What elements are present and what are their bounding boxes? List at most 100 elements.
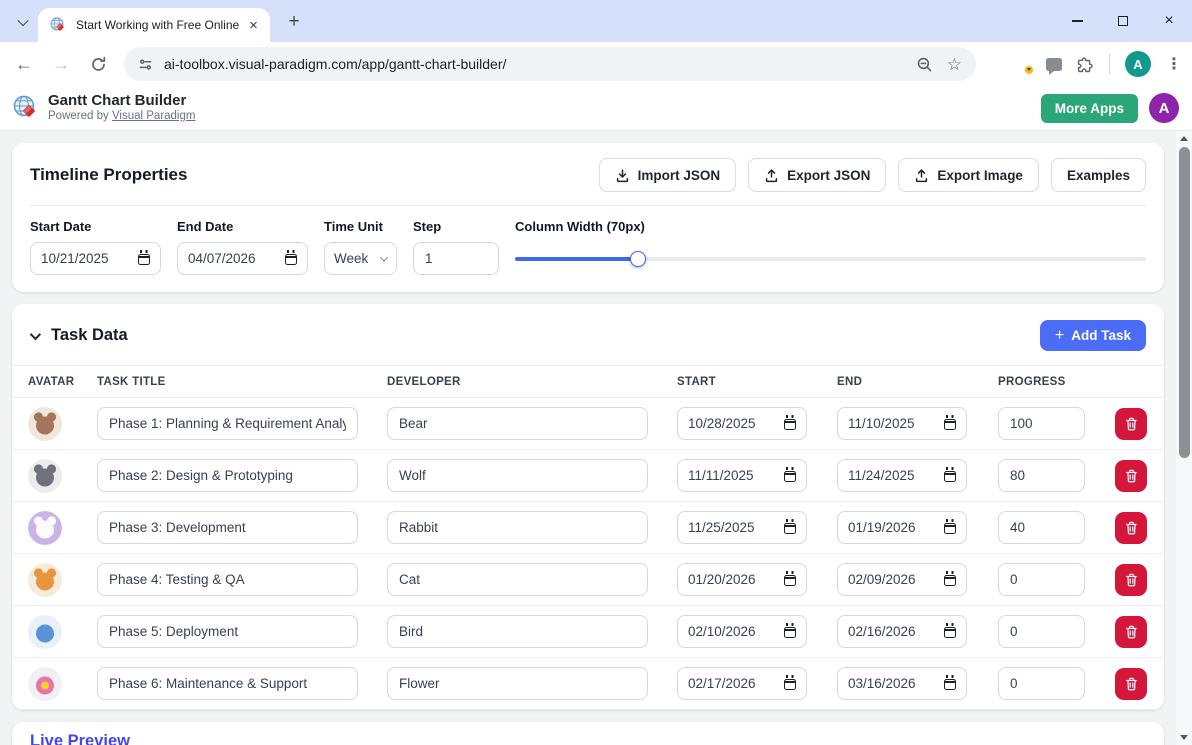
developer-input[interactable] <box>387 615 648 648</box>
scrollbar-thumb[interactable] <box>1178 147 1190 458</box>
calendar-icon[interactable] <box>784 675 796 690</box>
trash-icon <box>1125 573 1137 586</box>
browser-menu-icon[interactable]: ⋮ <box>1166 54 1182 74</box>
end-date-input[interactable]: 03/16/2026 <box>837 667 967 700</box>
scroll-up-arrow-icon[interactable] <box>1180 136 1188 141</box>
end-date-input[interactable]: 11/24/2025 <box>837 459 967 492</box>
developer-input[interactable] <box>387 459 648 492</box>
site-settings-icon[interactable] <box>138 57 153 72</box>
progress-input[interactable] <box>998 407 1085 440</box>
end-date-input[interactable]: 04/07/2026 <box>177 242 308 275</box>
calendar-icon[interactable] <box>138 250 150 265</box>
developer-input[interactable] <box>387 667 648 700</box>
task-row: 02/17/2026 03/16/2026 <box>12 658 1164 710</box>
zoom-icon[interactable] <box>916 56 933 73</box>
calendar-icon[interactable] <box>944 571 956 586</box>
more-apps-button[interactable]: More Apps <box>1040 93 1138 123</box>
calendar-icon[interactable] <box>285 250 297 265</box>
calendar-icon[interactable] <box>944 467 956 482</box>
time-unit-select[interactable]: Week <box>324 242 397 275</box>
address-bar[interactable]: ai-toolbox.visual-paradigm.com/app/gantt… <box>124 47 976 81</box>
progress-input[interactable] <box>998 563 1085 596</box>
start-date-input[interactable]: 02/10/2026 <box>677 615 807 648</box>
end-date-input[interactable]: 02/09/2026 <box>837 563 967 596</box>
delete-task-button[interactable] <box>1115 511 1147 544</box>
task-title-input[interactable] <box>97 563 358 596</box>
calendar-icon[interactable] <box>784 623 796 638</box>
slider-track[interactable] <box>515 250 1146 267</box>
tab-close-icon[interactable]: × <box>245 17 262 34</box>
calendar-icon[interactable] <box>944 675 956 690</box>
task-title-input[interactable] <box>97 511 358 544</box>
scroll-down-arrow-icon[interactable] <box>1180 735 1188 740</box>
bookmark-star-icon[interactable]: ☆ <box>947 56 962 73</box>
developer-input[interactable] <box>387 407 648 440</box>
end-date-input[interactable]: 01/19/2026 <box>837 511 967 544</box>
slider-thumb[interactable] <box>630 250 647 267</box>
visual-paradigm-link[interactable]: Visual Paradigm <box>112 110 196 122</box>
bear-avatar-icon <box>28 406 62 441</box>
start-date-input[interactable]: 10/21/2025 <box>30 242 161 275</box>
close-window-button[interactable]: × <box>1146 0 1192 42</box>
comment-extension-icon[interactable] <box>1046 57 1062 75</box>
calendar-icon[interactable] <box>784 415 796 430</box>
start-date-input[interactable]: 01/20/2026 <box>677 563 807 596</box>
end-date-input[interactable]: 02/16/2026 <box>837 615 967 648</box>
url-text[interactable]: ai-toolbox.visual-paradigm.com/app/gantt… <box>164 56 506 72</box>
visual-paradigm-favicon-icon <box>50 16 64 31</box>
progress-input[interactable] <box>998 667 1085 700</box>
task-title-input[interactable] <box>97 667 358 700</box>
import-json-button[interactable]: Import JSON <box>598 158 737 192</box>
task-title-input[interactable] <box>97 459 358 492</box>
delete-task-button[interactable] <box>1115 459 1147 492</box>
end-date-input[interactable]: 11/10/2025 <box>837 407 967 440</box>
task-title-input[interactable] <box>97 615 358 648</box>
delete-task-button[interactable] <box>1115 563 1147 596</box>
forward-button[interactable]: → <box>50 53 72 75</box>
export-image-button[interactable]: Export Image <box>898 158 1039 192</box>
column-width-slider[interactable] <box>515 242 1146 275</box>
upload-icon <box>916 168 928 182</box>
examples-button[interactable]: Examples <box>1050 158 1146 192</box>
step-input[interactable] <box>413 242 499 275</box>
live-preview-title: Live Preview <box>30 732 130 745</box>
new-tab-button[interactable]: + <box>282 10 306 34</box>
browser-profile-avatar[interactable]: A <box>1125 51 1151 77</box>
calendar-icon[interactable] <box>784 467 796 482</box>
developer-input[interactable] <box>387 511 648 544</box>
calendar-icon[interactable] <box>784 571 796 586</box>
progress-input[interactable] <box>998 615 1085 648</box>
back-button[interactable]: ← <box>13 53 35 75</box>
minimize-button[interactable] <box>1054 0 1100 42</box>
tab-title: Start Working with Free Online <box>76 18 240 32</box>
extensions-puzzle-icon[interactable] <box>1077 56 1094 73</box>
task-title-input[interactable] <box>97 407 358 440</box>
page-scrollbar[interactable] <box>1176 131 1192 745</box>
calendar-icon[interactable] <box>944 415 956 430</box>
reload-button[interactable] <box>87 53 109 75</box>
delete-task-button[interactable] <box>1115 615 1147 648</box>
collapse-chevron-down-icon[interactable] <box>29 328 42 340</box>
start-date-input[interactable]: 10/28/2025 <box>677 407 807 440</box>
progress-input[interactable] <box>998 511 1085 544</box>
export-json-button[interactable]: Export JSON <box>748 158 887 192</box>
delete-task-button[interactable] <box>1115 667 1147 700</box>
page-content: Timeline Properties Import JSON Export J… <box>0 131 1176 745</box>
developer-input[interactable] <box>387 563 648 596</box>
calendar-icon[interactable] <box>944 623 956 638</box>
delete-task-button[interactable] <box>1115 407 1147 440</box>
calendar-icon[interactable] <box>944 519 956 534</box>
flower-avatar-icon <box>28 666 62 701</box>
start-date-input[interactable]: 02/17/2026 <box>677 667 807 700</box>
start-date-input[interactable]: 11/25/2025 <box>677 511 807 544</box>
docs-offline-extension-icon[interactable] <box>1016 55 1034 75</box>
start-date-input[interactable]: 11/11/2025 <box>677 459 807 492</box>
maximize-button[interactable] <box>1100 0 1146 42</box>
browser-tab[interactable]: Start Working with Free Online × <box>38 8 270 42</box>
user-avatar[interactable]: A <box>1149 93 1179 123</box>
end-date-value: 11/24/2025 <box>848 468 915 483</box>
calendar-icon[interactable] <box>784 519 796 534</box>
add-task-button[interactable]: + Add Task <box>1039 320 1146 351</box>
tab-search-button[interactable] <box>10 11 36 33</box>
progress-input[interactable] <box>998 459 1085 492</box>
